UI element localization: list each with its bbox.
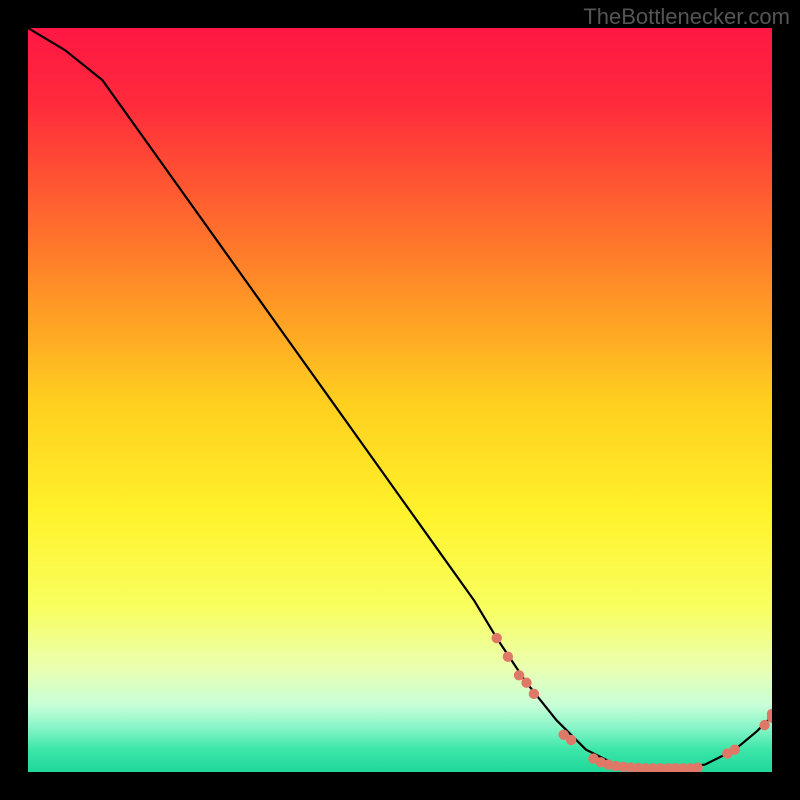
data-marker (566, 735, 576, 745)
attribution-label: TheBottlenecker.com (583, 4, 790, 30)
data-marker (529, 689, 539, 699)
data-marker (492, 633, 502, 643)
data-marker (514, 670, 524, 680)
chart-svg (28, 28, 772, 772)
data-marker (503, 651, 513, 661)
gradient-background (28, 28, 772, 772)
plot-area (28, 28, 772, 772)
data-marker (759, 720, 769, 730)
data-marker (730, 744, 740, 754)
data-marker (521, 678, 531, 688)
chart-container: TheBottlenecker.com (0, 0, 800, 800)
